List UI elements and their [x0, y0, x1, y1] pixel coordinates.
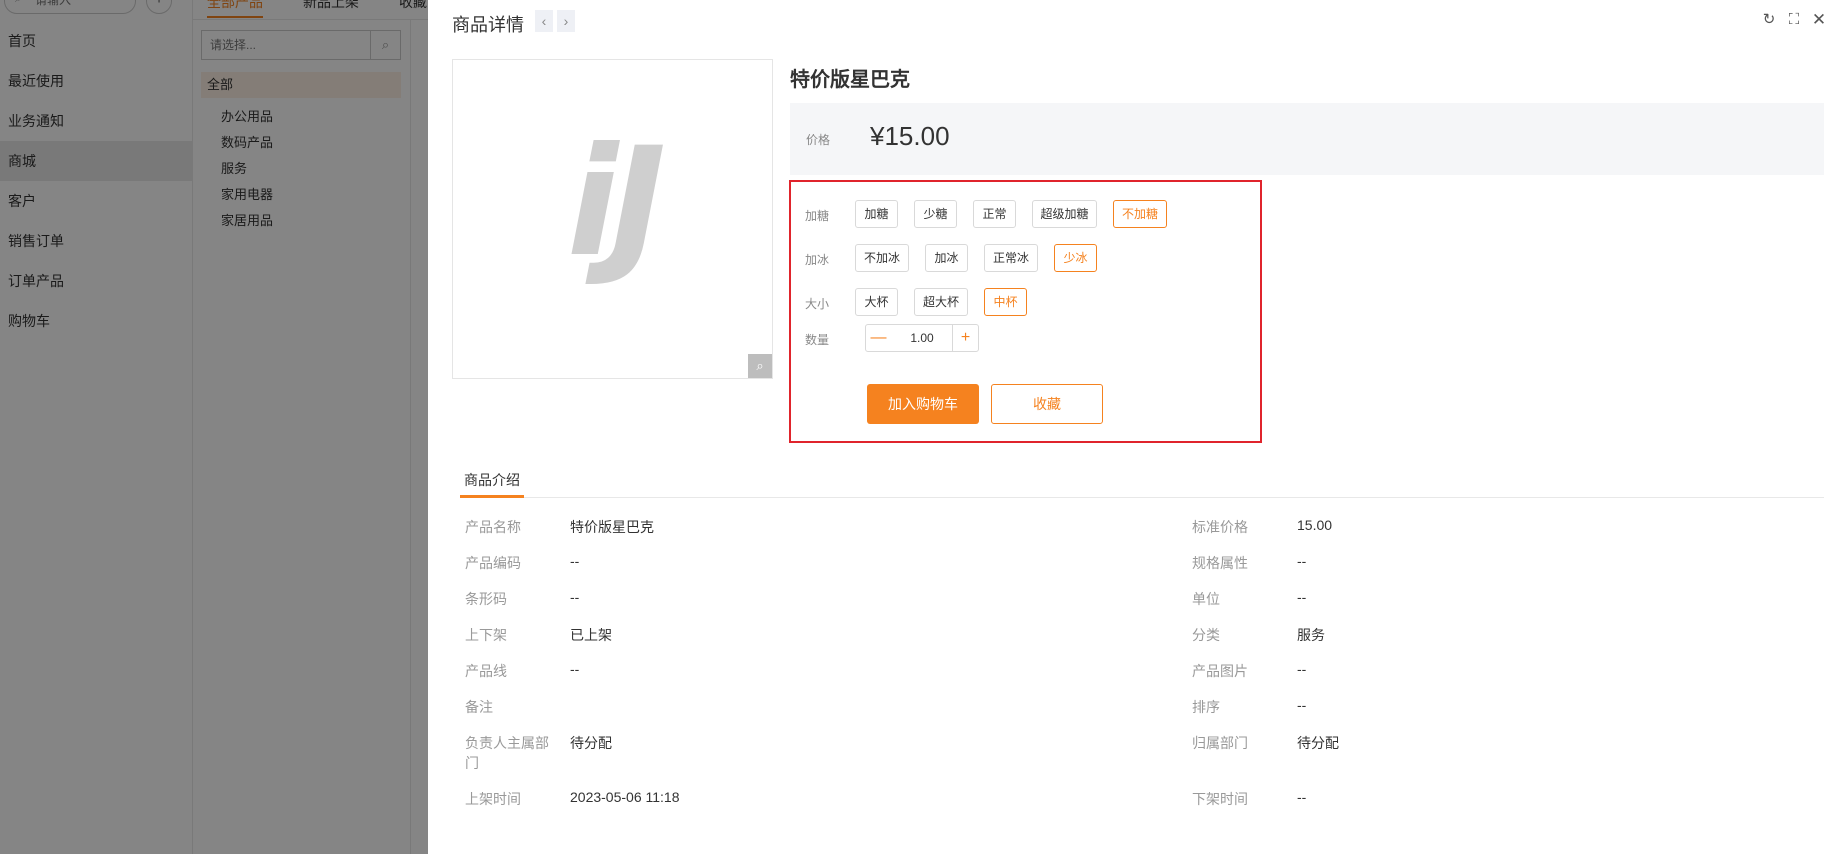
- fullscreen-icon[interactable]: ⛶: [1786, 12, 1802, 28]
- field-value: --: [1297, 553, 1307, 569]
- field-value: --: [1297, 661, 1307, 677]
- field-label: 备注: [465, 699, 493, 715]
- field-value: --: [1297, 789, 1307, 805]
- chevron-left-icon[interactable]: ‹: [535, 10, 553, 32]
- add-to-cart-button[interactable]: 加入购物车: [867, 384, 979, 424]
- product-title: 特价版星巴克: [790, 69, 910, 91]
- field-label: 归属部门: [1192, 735, 1248, 751]
- quantity-label: 数量: [805, 333, 830, 347]
- product-image-logo: iJ: [566, 116, 666, 290]
- field-value: 已上架: [570, 627, 612, 643]
- field-label: 产品图片: [1192, 663, 1248, 679]
- zoom-icon[interactable]: ⌕: [748, 354, 772, 378]
- field-value: --: [1297, 697, 1307, 713]
- size-option-selected[interactable]: 中杯: [984, 288, 1027, 316]
- field-label: 规格属性: [1192, 555, 1248, 571]
- tab-product-intro[interactable]: 商品介绍: [460, 464, 524, 498]
- ice-option[interactable]: 不加冰: [855, 244, 909, 272]
- field-label: 上下架: [465, 627, 507, 643]
- sugar-option-selected[interactable]: 不加糖: [1113, 200, 1167, 228]
- product-detail-drawer: 商品详情 ‹ › ↻ ⛶ ✕ iJ ⌕ 特价版星巴克 价格 ¥15.00 加糖 …: [428, 0, 1848, 854]
- field-value: 2023-05-06 11:18: [570, 789, 680, 805]
- field-value: --: [570, 661, 580, 677]
- field-label: 分类: [1192, 627, 1220, 643]
- size-option[interactable]: 超大杯: [914, 288, 968, 316]
- intro-tabs: 商品介绍: [460, 464, 1824, 498]
- ice-option-selected[interactable]: 少冰: [1054, 244, 1097, 272]
- size-option[interactable]: 大杯: [855, 288, 898, 316]
- field-label: 条形码: [465, 591, 507, 607]
- quantity-stepper[interactable]: [891, 324, 953, 352]
- chevron-right-icon[interactable]: ›: [557, 10, 575, 32]
- quantity-plus-button[interactable]: +: [952, 324, 979, 352]
- field-value: 15.00: [1297, 517, 1333, 533]
- sugar-option[interactable]: 加糖: [855, 200, 898, 228]
- field-label: 产品编码: [465, 555, 521, 571]
- ice-label: 加冰: [805, 253, 830, 267]
- sugar-option[interactable]: 超级加糖: [1032, 200, 1097, 228]
- field-value: 服务: [1297, 627, 1325, 643]
- refresh-icon[interactable]: ↻: [1761, 12, 1777, 28]
- field-value: --: [570, 589, 580, 605]
- field-label: 排序: [1192, 699, 1220, 715]
- sugar-option[interactable]: 正常: [973, 200, 1016, 228]
- ice-option[interactable]: 正常冰: [984, 244, 1038, 272]
- product-options: 加糖 加糖 少糖 正常 超级加糖 不加糖 加冰 不加冰 加冰 正常冰 少冰 大小…: [789, 180, 1262, 443]
- price-box: 价格 ¥15.00: [790, 103, 1824, 175]
- field-label: 标准价格: [1192, 519, 1248, 535]
- field-label: 产品线: [465, 663, 507, 679]
- field-value: --: [1297, 589, 1307, 605]
- field-label: 上架时间: [465, 791, 521, 807]
- sugar-label: 加糖: [805, 209, 830, 223]
- field-value: 待分配: [1297, 735, 1339, 751]
- field-label: 单位: [1192, 591, 1220, 607]
- field-label: 下架时间: [1192, 791, 1248, 807]
- sugar-option[interactable]: 少糖: [914, 200, 957, 228]
- price-label: 价格: [806, 133, 831, 147]
- field-value: --: [570, 553, 580, 569]
- field-value: 待分配: [570, 735, 612, 751]
- price-value: ¥15.00: [870, 121, 950, 151]
- product-image: iJ ⌕: [452, 59, 773, 379]
- close-icon[interactable]: ✕: [1811, 11, 1827, 28]
- field-label: 负责人主属部门: [465, 735, 549, 771]
- ice-option[interactable]: 加冰: [925, 244, 968, 272]
- field-value: 特价版星巴克: [570, 519, 654, 535]
- quantity-minus-button[interactable]: —: [865, 324, 892, 352]
- drawer-title: 商品详情: [452, 15, 524, 35]
- field-label: 产品名称: [465, 519, 521, 535]
- size-label: 大小: [805, 297, 830, 311]
- favorite-button[interactable]: 收藏: [991, 384, 1103, 424]
